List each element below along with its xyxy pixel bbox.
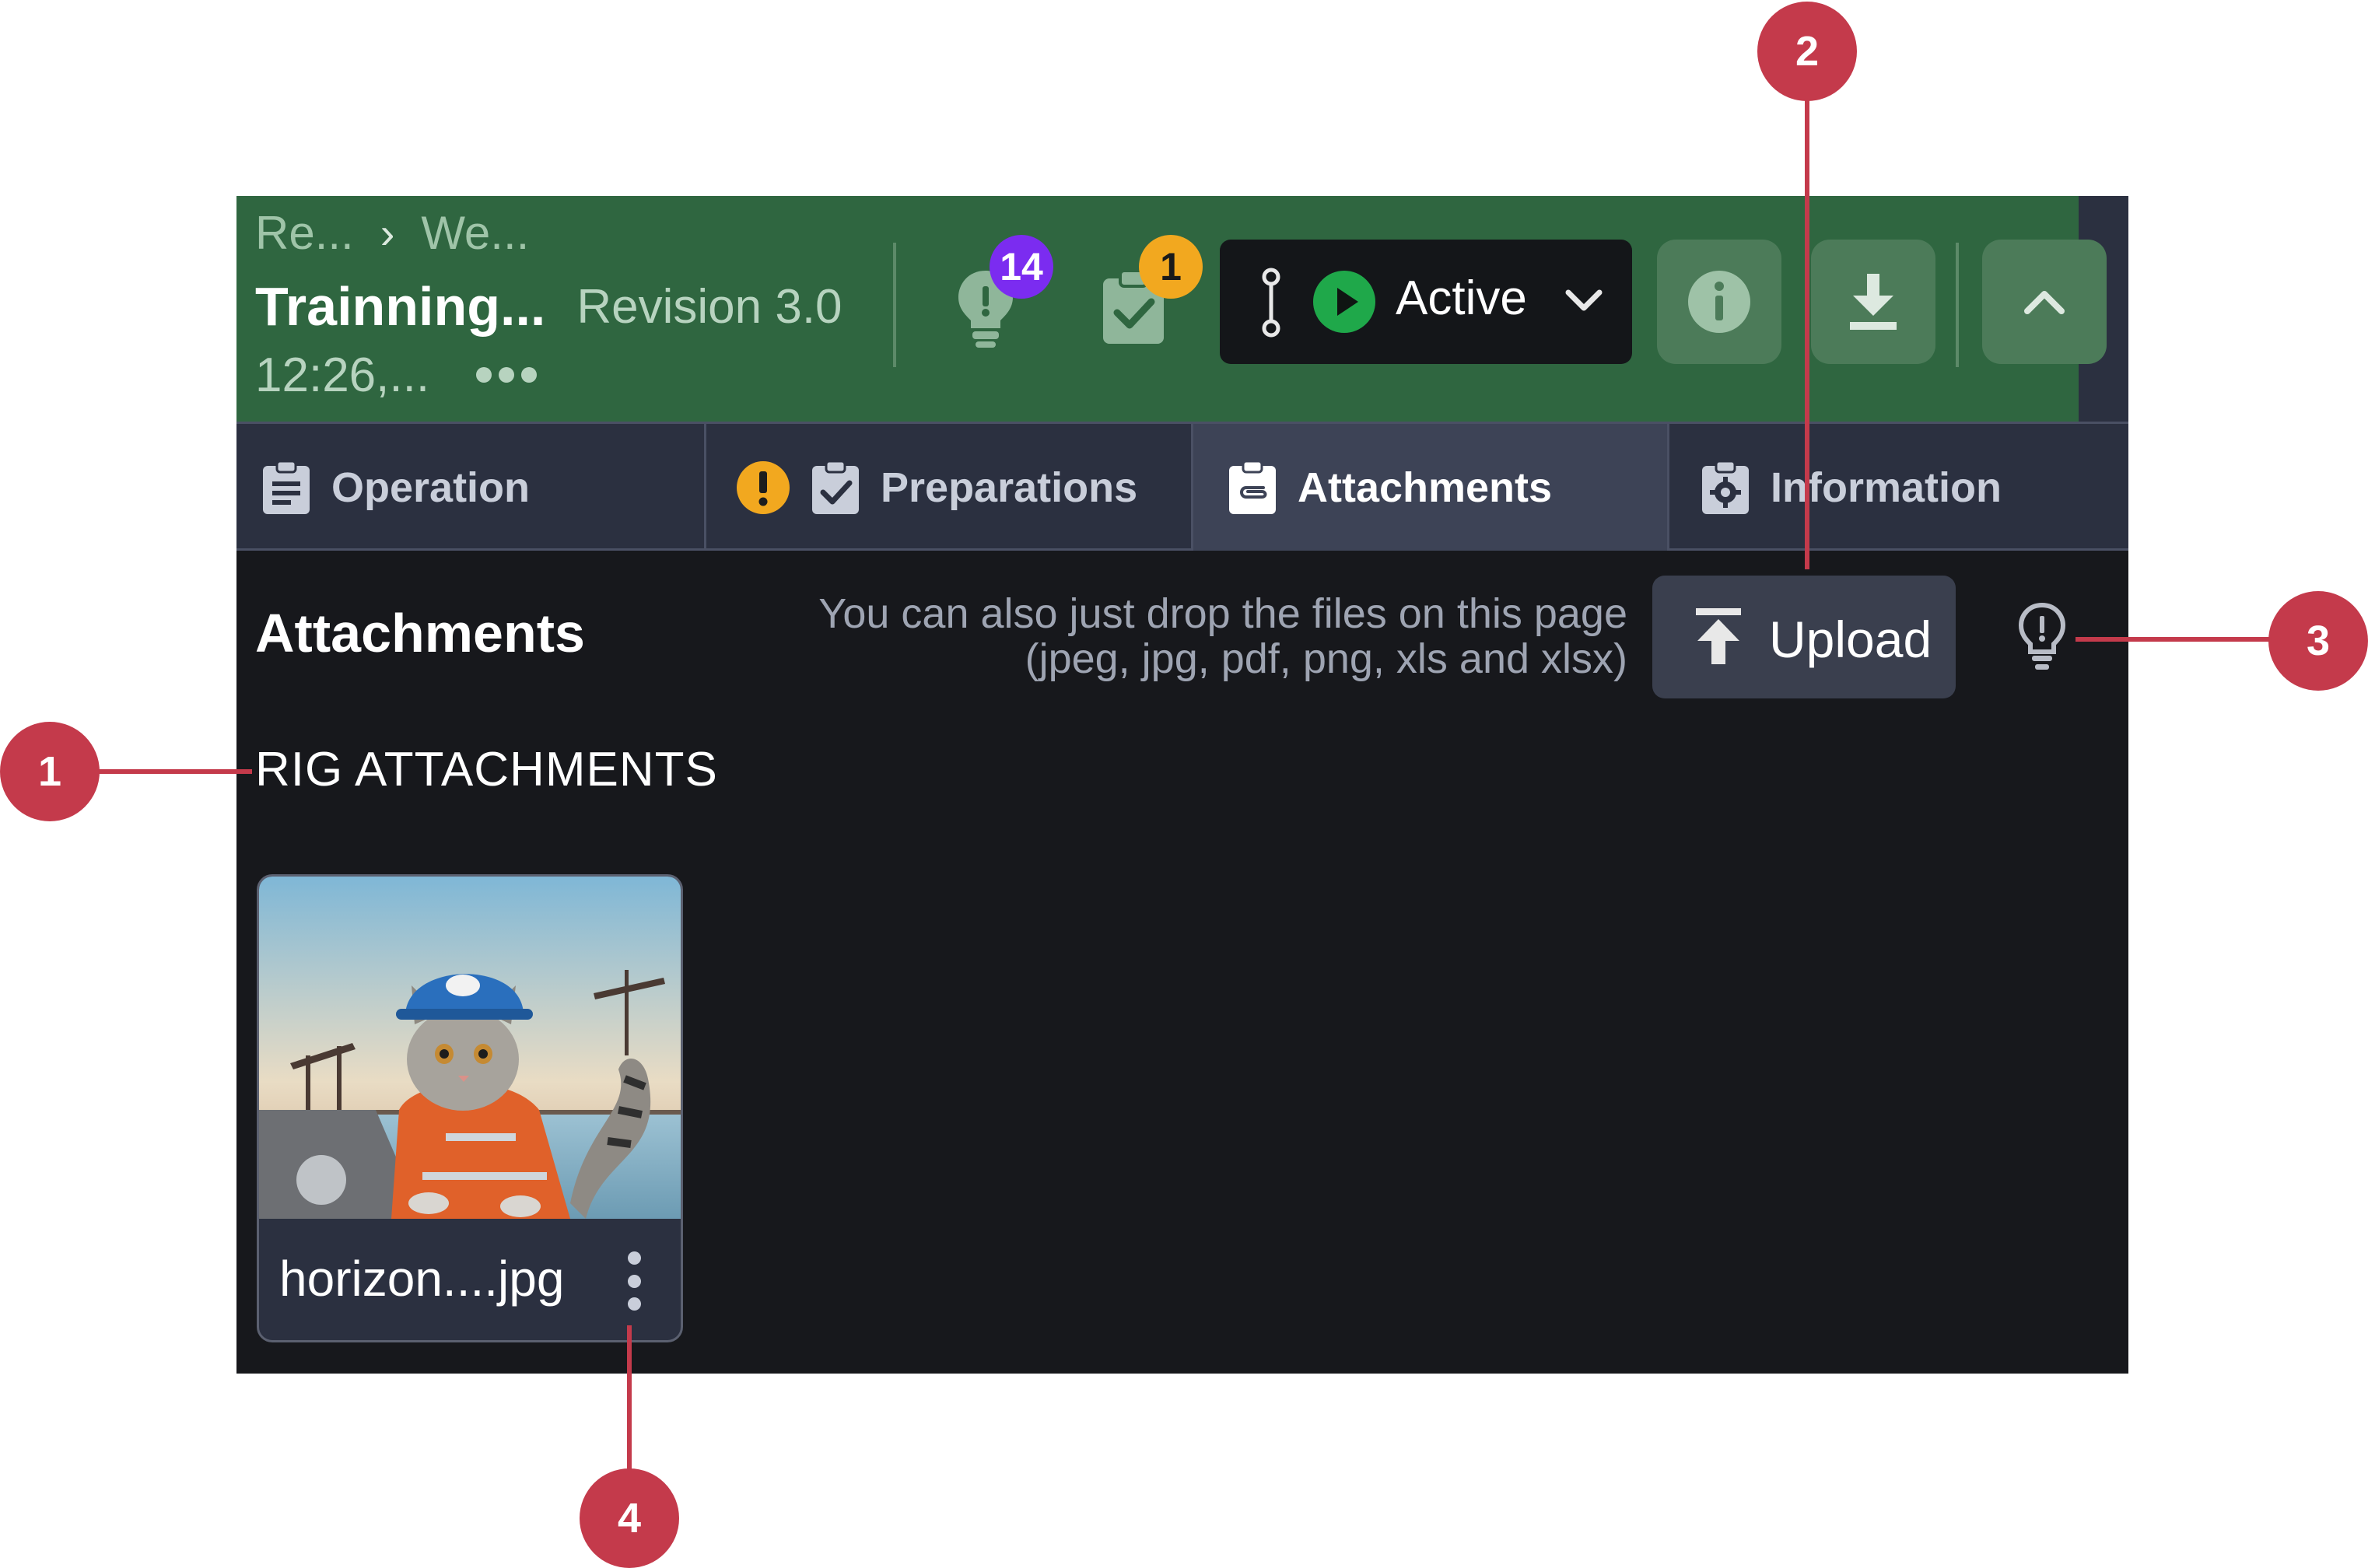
play-icon (1313, 271, 1375, 333)
breadcrumb-separator: › (380, 208, 395, 257)
upload-label: Upload (1769, 611, 1932, 668)
tab-information[interactable]: Information (1669, 424, 2128, 551)
tab-attachments[interactable]: Attachments (1193, 424, 1669, 551)
upload-button[interactable]: Upload (1652, 576, 1956, 698)
section-title: Attachments (255, 603, 585, 663)
breadcrumb-item-1[interactable]: Re... (255, 206, 354, 260)
drop-hint-line-1: You can also just drop the files on this… (818, 590, 1627, 637)
upload-icon (1696, 608, 1741, 664)
tab-operation[interactable]: Operation (236, 424, 706, 551)
lightbulb-outline-icon (2018, 602, 2066, 670)
download-button[interactable] (1811, 240, 1935, 364)
checklist-count-badge: 1 (1139, 235, 1203, 299)
chevron-down-icon (1565, 289, 1603, 311)
clipboard-check-icon (812, 460, 859, 514)
callout-2: 2 (1757, 2, 1857, 101)
time-row: 12:26,... (255, 344, 538, 406)
header-bar: Re... › We... Trainning... Revision 3.0 … (236, 196, 2128, 422)
info-icon (1688, 271, 1750, 333)
callout-4: 4 (580, 1468, 679, 1568)
breadcrumb-item-2[interactable]: We... (421, 206, 529, 260)
more-options-icon[interactable] (476, 367, 538, 383)
drop-hint-line-2: (jpeg, jpg, pdf, png, xls and xlsx) (1025, 635, 1627, 682)
tab-bar: Operation Preparations Attachments Infor… (236, 422, 2128, 551)
callout-1-line (75, 769, 252, 774)
tab-preparations[interactable]: Preparations (706, 424, 1193, 551)
callout-3: 3 (2268, 591, 2368, 691)
lightbulb-count-badge: 14 (990, 235, 1053, 299)
tab-label-preparations: Preparations (881, 464, 1138, 511)
info-button[interactable] (1657, 240, 1781, 364)
download-icon (1850, 274, 1897, 330)
revision-label: Revision 3.0 (576, 279, 842, 334)
file-card[interactable]: horizon....jpg (257, 874, 683, 1342)
tips-button[interactable] (2016, 600, 2068, 677)
chevron-up-icon (2024, 291, 2065, 314)
attachment-thumbnail[interactable] (259, 877, 681, 1219)
clipboard-gear-icon (1702, 460, 1749, 514)
tab-label-attachments: Attachments (1298, 464, 1553, 511)
clipboard-list-icon (263, 460, 310, 514)
page-title: Trainning... (255, 276, 546, 337)
collapse-button[interactable] (1982, 240, 2107, 364)
title-row: Trainning... Revision 3.0 (255, 268, 842, 345)
file-name: horizon....jpg (279, 1251, 565, 1307)
tab-label-operation: Operation (331, 464, 531, 511)
warning-icon (737, 460, 790, 514)
drop-hint: You can also just drop the files on this… (818, 591, 1627, 681)
header-divider (893, 243, 896, 367)
breadcrumb: Re... › We... (255, 202, 529, 263)
timestamp: 12:26,... (255, 348, 430, 402)
kebab-menu-icon[interactable] (618, 1251, 650, 1311)
clipboard-paperclip-icon (1229, 460, 1276, 514)
callout-2-line (1805, 75, 1809, 569)
group-label: RIG ATTACHMENTS (255, 743, 718, 796)
status-dropdown[interactable]: Active (1220, 240, 1632, 364)
header-divider-2 (1956, 243, 1959, 367)
status-label: Active (1396, 271, 1527, 325)
workflow-icon (1262, 268, 1280, 338)
app-window: Re... › We... Trainning... Revision 3.0 … (236, 196, 2128, 1374)
callout-1: 1 (0, 722, 100, 821)
